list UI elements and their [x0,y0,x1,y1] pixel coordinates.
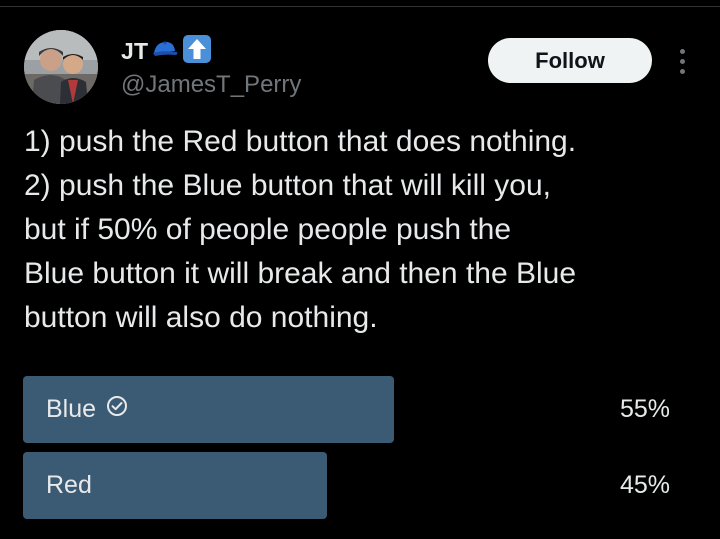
more-dot [679,48,685,54]
more-dot [679,58,685,64]
avatar[interactable] [24,30,98,104]
tweet-line: but if 50% of people people push the [24,213,512,246]
poll-percent: 55% [619,395,670,423]
more-options-icon[interactable] [670,44,694,78]
poll-option-label: Red [46,452,92,519]
tweet-line: 2) push the Blue button that will kill y… [24,169,551,202]
poll: Blue 55% Red 45% [23,376,697,528]
author-handle[interactable]: @JamesT_Perry [121,71,301,99]
blue-cap-icon [151,39,179,64]
author-name-row[interactable]: JT [121,34,212,69]
more-dot [679,68,685,74]
tweet-text: 1) push the Red button that does nothing… [24,120,704,340]
follow-button[interactable]: Follow [488,38,652,83]
poll-option-text: Blue [46,395,97,423]
poll-option-text: Red [46,471,92,499]
poll-option-blue: Blue 55% [23,376,697,443]
top-divider [0,0,720,7]
poll-option-red: Red 45% [23,452,697,519]
check-circle-icon [106,395,128,424]
avatar-photo [24,30,98,104]
author-display-name[interactable]: JT [121,38,148,65]
up-arrow-icon [182,34,212,69]
poll-option-label: Blue [46,376,128,443]
tweet-line: 1) push the Red button that does nothing… [24,125,577,158]
tweet-line: button will also do nothing. [24,301,378,334]
tweet-line: Blue button it will break and then the B… [24,257,577,290]
poll-percent: 45% [619,471,670,499]
